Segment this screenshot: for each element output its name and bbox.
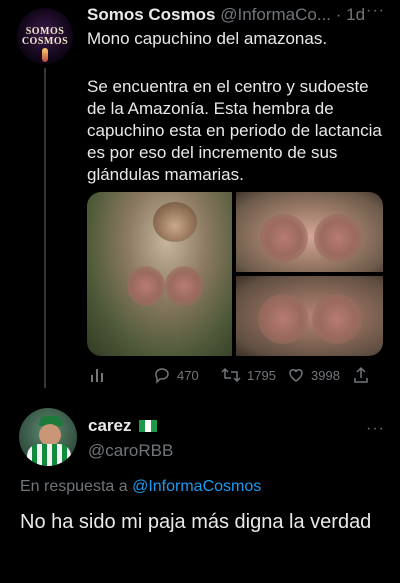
like-count: 3998 <box>311 367 340 383</box>
original-tweet[interactable]: SOMOS COSMOS Somos Cosmos @InformaCo... … <box>0 0 400 392</box>
author-avatar[interactable]: SOMOS COSMOS <box>17 8 73 64</box>
replying-to: En respuesta a @InformaCosmos <box>20 478 261 496</box>
author-handle[interactable]: @InformaCo... <box>220 5 331 24</box>
tweet-actions: 470 1795 3998 <box>87 364 387 386</box>
avatar-head <box>39 424 61 446</box>
replying-prefix: En respuesta a <box>20 478 128 495</box>
like-button[interactable]: 3998 <box>287 364 340 386</box>
reply-count: 470 <box>177 367 199 383</box>
image-detail <box>260 214 308 262</box>
image-detail <box>127 266 165 306</box>
image-detail <box>314 214 362 262</box>
author-name[interactable]: Somos Cosmos <box>87 5 215 24</box>
tweet-media-grid[interactable] <box>87 192 383 356</box>
tweet-time[interactable]: · 1d <box>336 5 365 24</box>
image-detail <box>312 294 362 344</box>
replying-to-link[interactable]: @InformaCosmos <box>132 478 261 495</box>
flag-icon <box>139 420 158 432</box>
image-detail <box>165 266 203 306</box>
avatar-shirt <box>27 444 71 466</box>
reply-author-name[interactable]: carez <box>88 416 131 436</box>
share-icon <box>354 366 368 383</box>
reply-text: No ha sido mi paja más digna la verdad <box>20 511 372 533</box>
more-icon[interactable]: ··· <box>366 2 385 20</box>
image-detail <box>258 294 308 344</box>
tweet-text-line1: Mono capuchino del amazonas. <box>87 29 328 48</box>
reply-author-name-row: carez <box>88 416 158 436</box>
tweet-image-2[interactable] <box>236 192 383 272</box>
retweet-count: 1795 <box>247 367 276 383</box>
like-icon <box>289 369 303 382</box>
analytics-button[interactable] <box>89 364 105 386</box>
monkey-face <box>153 202 197 242</box>
more-icon[interactable]: ··· <box>366 420 385 438</box>
reply-icon <box>155 368 169 384</box>
tweet-header: Somos Cosmos @InformaCo... · 1d <box>87 5 365 27</box>
avatar-rocket-glow <box>42 48 48 62</box>
reply-author-handle[interactable]: @caroRBB <box>88 441 173 461</box>
avatar-logo-line2: COSMOS <box>21 36 69 47</box>
share-button[interactable] <box>353 364 369 386</box>
analytics-icon <box>91 369 103 382</box>
thread-line <box>44 68 46 388</box>
reply-button[interactable]: 470 <box>153 364 199 386</box>
retweet-icon <box>221 367 241 383</box>
tweet-text-body: Se encuentra en el centro y sudoeste de … <box>87 77 382 184</box>
reply-author-avatar[interactable] <box>19 408 77 466</box>
tweet-image-3[interactable] <box>236 276 383 356</box>
retweet-button[interactable]: 1795 <box>221 364 276 386</box>
tweet-image-1[interactable] <box>87 192 232 356</box>
